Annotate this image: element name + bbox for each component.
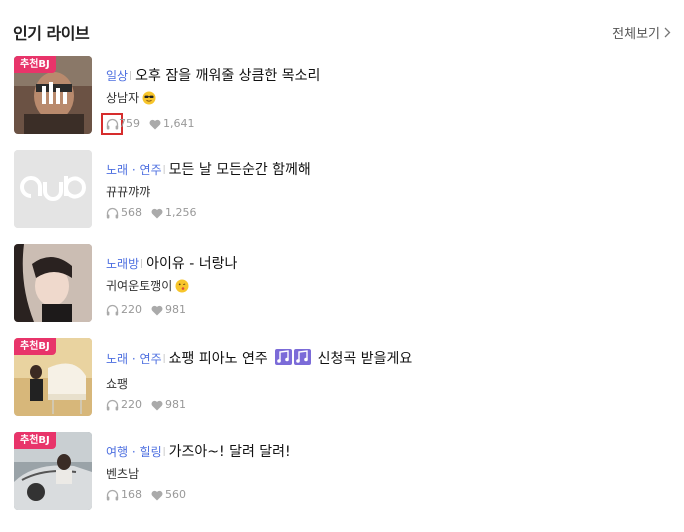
separator: | xyxy=(140,259,144,269)
headphones-icon xyxy=(106,304,119,316)
list-item[interactable]: 추천BJ 여행 · 힐링| 가즈아~! 달려 달려! 벤츠남 168 560 xyxy=(14,432,674,526)
listener-count: 759 xyxy=(119,117,140,130)
item-info: 일상| 오후 잠을 깨워줄 상큼한 목소리 상남자 759 1,641 xyxy=(101,66,666,135)
headphones-icon xyxy=(106,207,119,219)
category-label[interactable]: 노래방 xyxy=(106,257,139,271)
list-item[interactable]: 노래방| 아이유 - 너랑나 귀여운토깽이 220 981 xyxy=(14,244,674,338)
listener-count: 568 xyxy=(121,206,142,219)
broadcast-title-suffix[interactable]: 신청곡 받을게요 xyxy=(318,351,413,367)
separator: | xyxy=(162,165,166,175)
category-label[interactable]: 노래 · 연주 xyxy=(106,163,162,177)
like-count: 981 xyxy=(165,398,186,411)
like-count: 1,641 xyxy=(163,117,195,130)
section-title: 인기 라이브 xyxy=(13,24,90,43)
recommended-badge: 추천BJ xyxy=(14,338,56,355)
list-item[interactable]: 추천BJ 노래 · 연주| 쇼팽 피아노 연주 신청곡 받을게요 쇼팽 220 9… xyxy=(14,338,674,432)
thumbnail[interactable] xyxy=(14,244,92,322)
separator: | xyxy=(129,71,133,81)
separator: | xyxy=(162,447,166,457)
heart-icon xyxy=(151,208,163,218)
streamer-name[interactable]: 뀨뀨꺄꺄 xyxy=(106,185,150,199)
thumbnail[interactable]: 추천BJ xyxy=(14,432,92,510)
category-label[interactable]: 여행 · 힐링 xyxy=(106,445,162,459)
list-item[interactable]: 추천BJ 일상| 오후 잠을 깨워줄 상큼한 목소리 상남자 759 1,641 xyxy=(14,56,674,150)
kiss-face-icon xyxy=(175,279,189,297)
broadcast-title[interactable]: 쇼팽 피아노 연주 xyxy=(169,351,268,367)
item-info: 노래방| 아이유 - 너랑나 귀여운토깽이 220 981 xyxy=(106,254,666,317)
category-label[interactable]: 일상 xyxy=(106,69,128,83)
view-all-link[interactable]: 전체보기 xyxy=(612,23,671,42)
streamer-name[interactable]: 쇼팽 xyxy=(106,377,128,391)
thumbnail[interactable]: 추천BJ xyxy=(14,56,92,134)
listener-count: 220 xyxy=(121,303,142,316)
heart-icon xyxy=(149,119,161,129)
item-info: 노래 · 연주| 쇼팽 피아노 연주 신청곡 받을게요 쇼팽 220 981 xyxy=(106,348,666,412)
thumbnail[interactable] xyxy=(14,150,92,228)
heart-icon xyxy=(151,490,163,500)
headphones-icon xyxy=(106,118,118,130)
broadcast-title[interactable]: 가즈아~! 달려 달려! xyxy=(169,444,291,460)
listener-count: 220 xyxy=(121,398,142,411)
chevron-right-icon xyxy=(664,27,671,38)
like-count: 1,256 xyxy=(165,206,197,219)
view-all-label: 전체보기 xyxy=(612,27,660,42)
thumbnail-image xyxy=(14,244,92,322)
like-count: 560 xyxy=(165,488,186,501)
streamer-name[interactable]: 귀여운토깽이 xyxy=(106,279,172,293)
thumbnail[interactable]: 추천BJ xyxy=(14,338,92,416)
recommended-badge: 추천BJ xyxy=(14,56,56,73)
streamer-name[interactable]: 벤츠남 xyxy=(106,467,139,481)
broadcast-title[interactable]: 모든 날 모든순간 함께해 xyxy=(169,162,311,178)
music-notes-icon xyxy=(275,348,313,372)
listener-count: 168 xyxy=(121,488,142,501)
broadcast-title[interactable]: 오후 잠을 깨워줄 상큼한 목소리 xyxy=(135,68,320,84)
streamer-name[interactable]: 상남자 xyxy=(106,91,139,105)
item-info: 여행 · 힐링| 가즈아~! 달려 달려! 벤츠남 168 560 xyxy=(106,442,666,502)
like-count: 981 xyxy=(165,303,186,316)
item-info: 노래 · 연주| 모든 날 모든순간 함께해 뀨뀨꺄꺄 568 1,256 xyxy=(106,160,666,220)
section-header: 인기 라이브 전체보기 xyxy=(13,20,671,48)
sunglasses-face-icon xyxy=(142,91,156,109)
recommended-badge: 추천BJ xyxy=(14,432,56,449)
heart-icon xyxy=(151,305,163,315)
separator: | xyxy=(162,354,166,364)
headphones-icon xyxy=(106,489,119,501)
broadcast-title[interactable]: 아이유 - 너랑나 xyxy=(146,256,237,272)
dub-logo-icon xyxy=(14,150,92,228)
headphones-icon xyxy=(106,399,119,411)
list-item[interactable]: 노래 · 연주| 모든 날 모든순간 함께해 뀨뀨꺄꺄 568 1,256 xyxy=(14,150,674,244)
heart-icon xyxy=(151,400,163,410)
category-label[interactable]: 노래 · 연주 xyxy=(106,352,162,366)
live-list: 추천BJ 일상|오후 잠을 깨워줄 상큼한 목소리 상남자 759 1,641 xyxy=(14,56,674,526)
